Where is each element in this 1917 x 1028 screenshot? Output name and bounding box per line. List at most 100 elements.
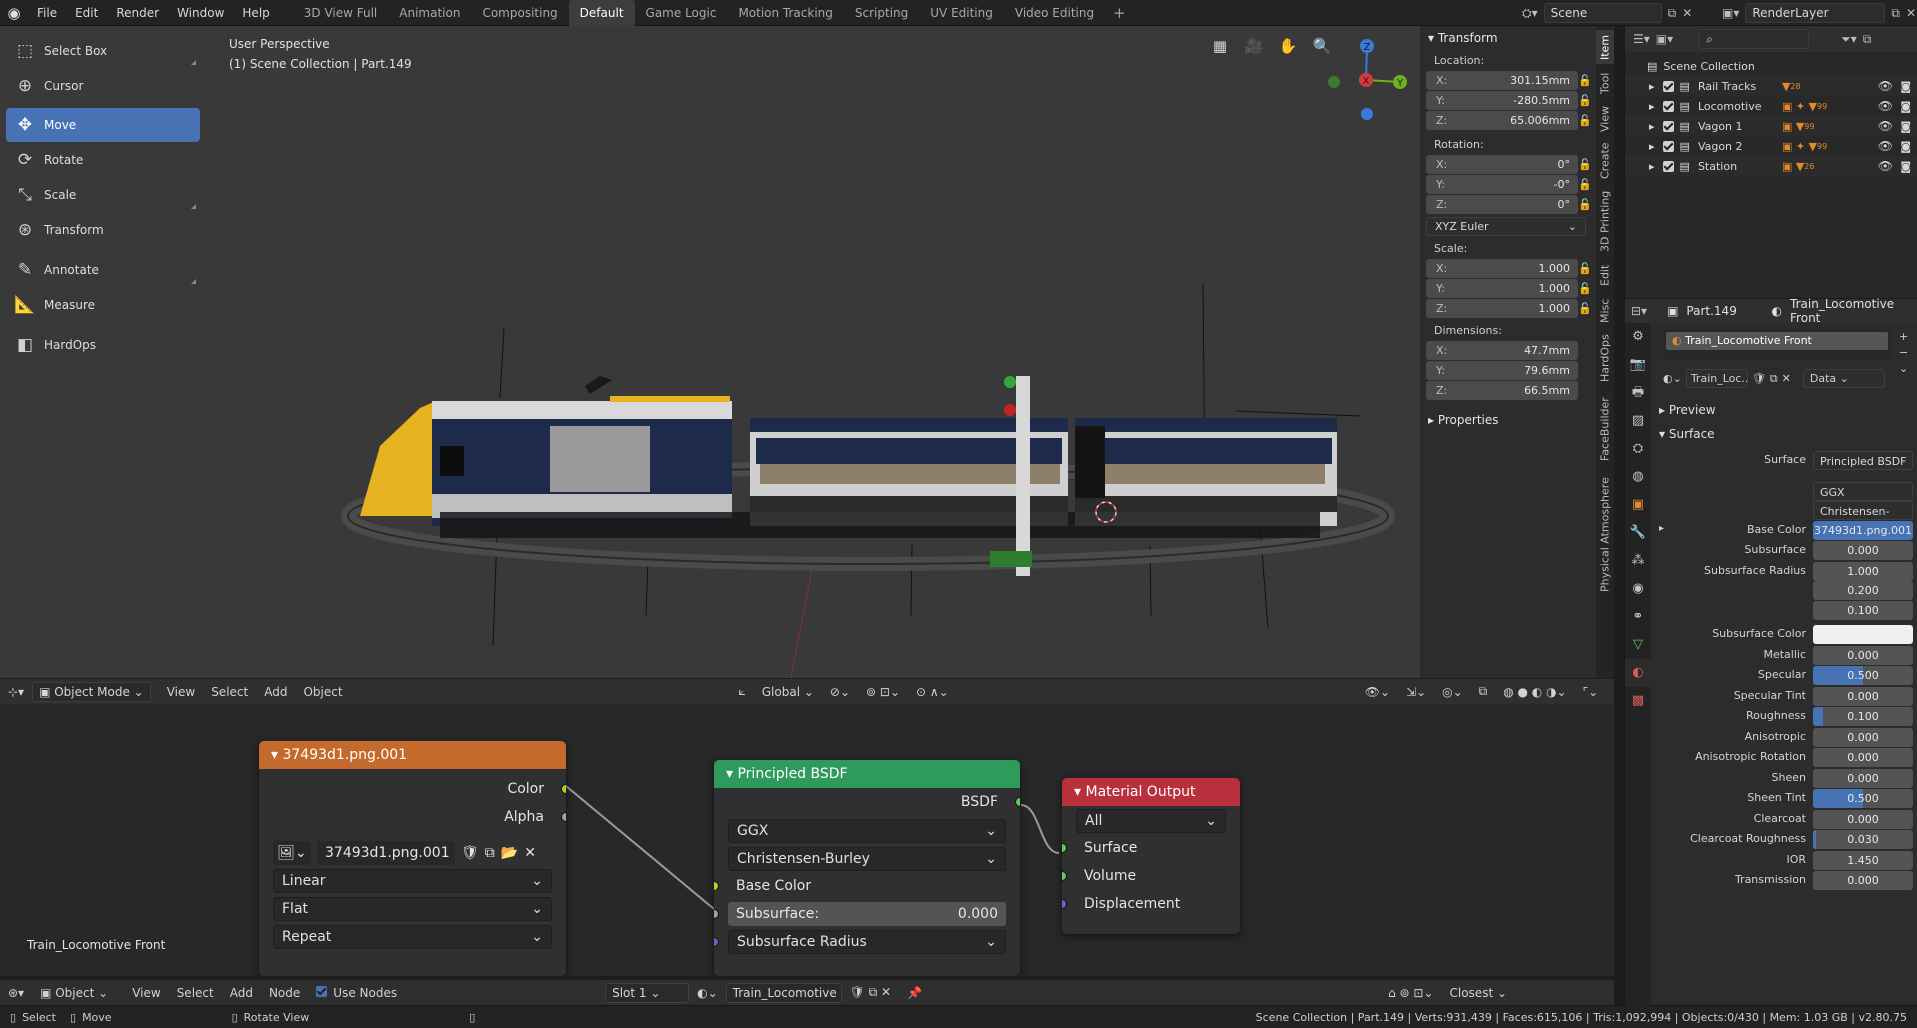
shader-type-dropdown[interactable]: ▣ Object ⌄ [32, 986, 116, 1000]
location-z-field[interactable]: Z: 65.006mm [1426, 110, 1578, 130]
3d-viewport[interactable]: User Perspective (1) Scene Collection | … [0, 26, 1420, 682]
tool-tab-icon[interactable]: ⚙ [1625, 323, 1651, 351]
lock-icon[interactable]: 🔓 [1578, 178, 1592, 191]
extension-dropdown[interactable]: Repeat ⌄ [273, 925, 552, 949]
editor-options-icon[interactable]: ⌜⌄ [1575, 685, 1607, 699]
render-tab-icon[interactable]: 📷 [1625, 351, 1651, 379]
image-browse-icon[interactable]: 🖼⌄ [273, 841, 311, 865]
principled-bsdf-node[interactable]: ▾ Principled BSDF BSDF GGX ⌄ Christensen-… [714, 760, 1020, 976]
output-target-dropdown[interactable]: All ⌄ [1076, 809, 1226, 833]
menu-help[interactable]: Help [233, 0, 278, 26]
exclude-checkbox[interactable] [1662, 80, 1674, 92]
add-slot-button[interactable]: + [1899, 329, 1908, 345]
snap-icon[interactable]: ⊚ ⊡⌄ [858, 685, 908, 699]
interpolation-dropdown[interactable]: Closest ⌄ [1442, 986, 1516, 1000]
property-value-field[interactable]: 0.100 [1813, 601, 1913, 620]
object-mode-dropdown[interactable]: ▣ Object Mode ⌄ [32, 681, 151, 702]
menu-add[interactable]: Add [256, 685, 295, 699]
property-value-field[interactable]: 0.000 [1813, 769, 1913, 788]
scale-x-field[interactable]: X: 1.000 [1426, 258, 1578, 278]
displacement-socket[interactable] [1062, 899, 1067, 909]
material-name-field[interactable]: Train_Loc... [1685, 369, 1748, 388]
use-nodes-checkbox[interactable]: Use Nodes [308, 985, 405, 1000]
menu-view[interactable]: View [159, 685, 203, 699]
dimensions-x-field[interactable]: X: 47.7mm [1426, 340, 1578, 360]
tab-facebuilder[interactable]: FaceBuilder [1596, 388, 1614, 470]
physics-tab-icon[interactable]: ◉ [1625, 575, 1651, 603]
property-value-field[interactable]: 1.450 [1813, 851, 1913, 870]
material-browse-icon[interactable]: ◐⌄ [689, 986, 726, 1000]
render-layer-field[interactable]: RenderLayer [1745, 3, 1886, 23]
image-name-field[interactable]: 37493d1.png.001 [317, 841, 455, 865]
display-mode-icon[interactable]: ▣▾ [1656, 32, 1673, 46]
link-dropdown[interactable]: Data ⌄ [1802, 369, 1885, 388]
menu-window[interactable]: Window [168, 0, 233, 26]
snap-toggle-icon[interactable]: ⌂ ⊚ ⊡⌄ [1380, 986, 1441, 1000]
property-value-field[interactable]: 0.200 [1813, 581, 1913, 600]
dimensions-y-field[interactable]: Y: 79.6mm [1426, 360, 1578, 380]
unlink-icon[interactable]: ✕ [524, 839, 536, 867]
data-tab-icon[interactable]: ▽ [1625, 631, 1651, 659]
property-value-field[interactable] [1813, 625, 1913, 644]
exclude-checkbox[interactable] [1662, 120, 1674, 132]
outliner-search-input[interactable]: ⌕ [1699, 29, 1810, 49]
property-value-field[interactable]: 0.500 [1813, 789, 1913, 808]
texture-tab-icon[interactable]: ▩ [1625, 687, 1651, 715]
dimensions-z-field[interactable]: Z: 66.5mm [1426, 380, 1578, 400]
workspace-tab-default[interactable]: Default [568, 0, 635, 26]
editor-type-icon[interactable]: ⊛▾ [0, 986, 32, 1000]
location-x-field[interactable]: X: 301.15mm [1426, 70, 1578, 90]
slot-dropdown[interactable]: Slot 1 ⌄ [605, 982, 690, 1003]
property-value-field[interactable]: 0.030 [1813, 830, 1913, 849]
location-y-field[interactable]: Y: -280.5mm [1426, 90, 1578, 110]
property-value-field[interactable]: Christensen-Burley [1813, 501, 1913, 520]
bsdf-node-header[interactable]: ▾ Principled BSDF [714, 760, 1020, 788]
outliner-item-vagon-1[interactable]: ▸ ▤ Vagon 1 ▣ ▼ 99 👁 ◙ [1625, 116, 1917, 136]
new-scene-icon[interactable]: ⧉ [1668, 6, 1677, 21]
proportional-edit-icon[interactable]: ⊙ ∧⌄ [908, 685, 957, 699]
view-layer-tab-icon[interactable]: ▨ [1625, 407, 1651, 435]
scene-name-field[interactable]: Scene [1543, 3, 1662, 23]
outliner-item-locomotive[interactable]: ▸ ▤ Locomotive ▣ ✦ ▼ 99 👁 ◙ [1625, 96, 1917, 116]
workspace-tab-3d-view-full[interactable]: 3D View Full [293, 0, 389, 26]
menu-file[interactable]: File [28, 0, 66, 26]
distribution-dropdown[interactable]: GGX ⌄ [728, 819, 1006, 843]
outliner-item-rail-tracks[interactable]: ▸ ▤ Rail Tracks ▼ 28 👁 ◙ [1625, 76, 1917, 96]
fake-user-icon[interactable]: 🛡 [461, 839, 479, 867]
property-value-field[interactable]: Principled BSDF [1813, 451, 1913, 470]
bsdf-socket[interactable] [1015, 797, 1020, 807]
property-value-field[interactable]: 0.000 [1813, 728, 1913, 747]
surface-socket[interactable] [1062, 843, 1067, 853]
material-slot-item[interactable]: ◐ Train_Locomotive Front [1666, 332, 1888, 350]
tab-edit[interactable]: Edit [1596, 258, 1614, 292]
workspace-tab-video-editing[interactable]: Video Editing [1004, 0, 1105, 26]
scale-z-field[interactable]: Z: 1.000 [1426, 298, 1578, 318]
property-value-field[interactable]: 0.100 [1813, 707, 1913, 726]
remove-slot-button[interactable]: − [1899, 345, 1908, 361]
workspace-tab-game-logic[interactable]: Game Logic [635, 0, 728, 26]
subsurface-socket[interactable] [714, 909, 719, 919]
workspace-tab-uv-editing[interactable]: UV Editing [919, 0, 1004, 26]
xray-icon[interactable]: ⧉ [1471, 684, 1496, 699]
shading-modes-icon[interactable]: ◍ ● ◐ ◑⌄ [1495, 685, 1574, 699]
subsurface-radius-dropdown[interactable]: Subsurface Radius ⌄ [728, 930, 1006, 954]
menu-select[interactable]: Select [203, 685, 256, 699]
property-value-field[interactable]: 0.000 [1813, 646, 1913, 665]
property-value-field[interactable]: 37493d1.png.001 [1813, 521, 1913, 540]
image-texture-node[interactable]: ▾ 37493d1.png.001 Color Alpha 🖼⌄ 37493d1… [259, 741, 566, 976]
tool-hardops[interactable]: ◧ HardOps [6, 328, 200, 362]
open-folder-icon[interactable]: 📂 [501, 839, 518, 867]
world-tab-icon[interactable]: ◍ [1625, 463, 1651, 491]
workspace-tab-motion-tracking[interactable]: Motion Tracking [727, 0, 843, 26]
property-value-field[interactable]: 0.500 [1813, 666, 1913, 685]
visibility-icon[interactable]: 👁⌄ [1357, 685, 1398, 699]
tab-hardops[interactable]: HardOps [1596, 330, 1614, 386]
tab-misc[interactable]: Misc [1596, 294, 1614, 328]
tool-annotate[interactable]: ✎ Annotate [6, 253, 200, 287]
rotation-y-field[interactable]: Y: -0° [1426, 174, 1578, 194]
tool-measure[interactable]: 📐 Measure [6, 288, 200, 322]
modifier-tab-icon[interactable]: 🔧 [1625, 519, 1651, 547]
workspace-tab-compositing[interactable]: Compositing [471, 0, 568, 26]
shader-node-editor[interactable]: ▾ 37493d1.png.001 Color Alpha 🖼⌄ 37493d1… [0, 704, 1614, 976]
rotation-mode-dropdown[interactable]: XYZ Euler ⌄ [1426, 216, 1586, 236]
